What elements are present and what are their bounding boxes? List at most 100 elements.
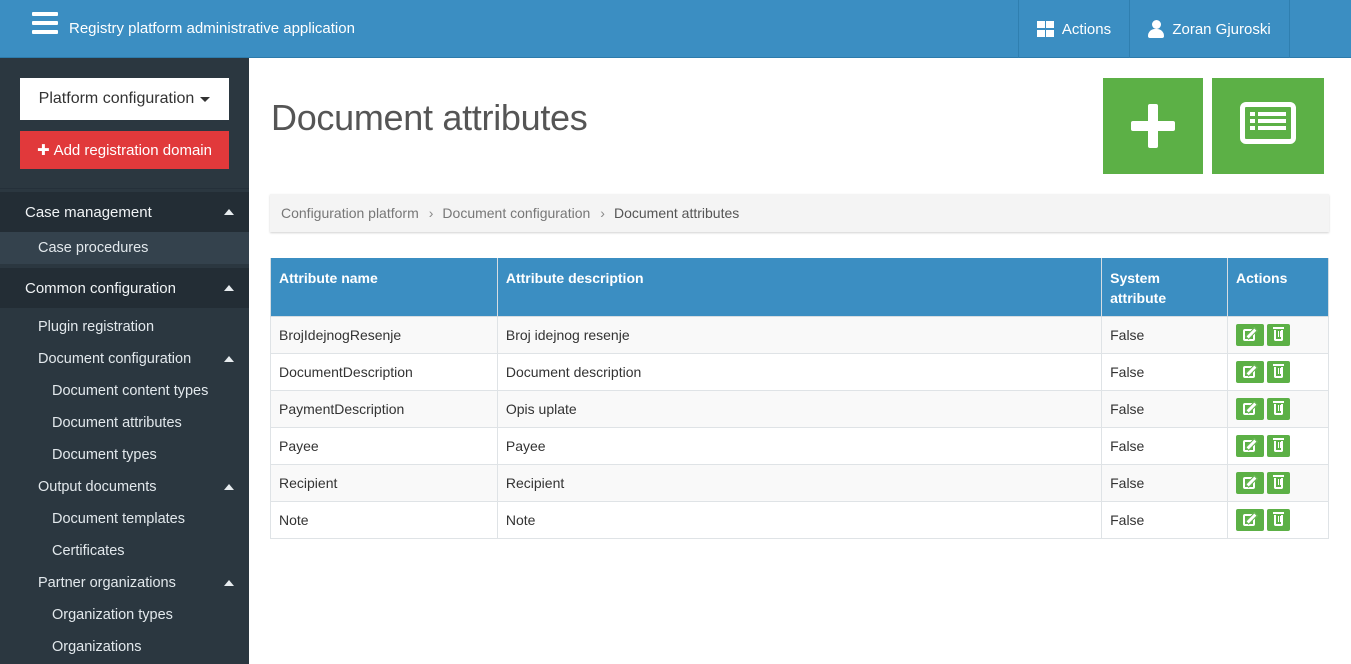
sidebar-item-label: Organization types (52, 607, 173, 623)
edit-icon (1243, 366, 1256, 378)
sidebar-item-document-content-types[interactable]: Document content types (0, 375, 249, 407)
app-title: Registry platform administrative applica… (69, 20, 355, 37)
sidebar-item-certificates[interactable]: Certificates (0, 535, 249, 567)
breadcrumb-link-configuration-platform[interactable]: Configuration platform (281, 205, 419, 221)
breadcrumb-separator-icon: › (428, 205, 434, 221)
sidebar-item-label: Case procedures (38, 240, 149, 256)
edit-button[interactable] (1236, 509, 1265, 531)
edit-button[interactable] (1236, 398, 1265, 420)
sidebar-item-label: Document types (52, 447, 157, 463)
top-bar: Registry platform administrative applica… (0, 0, 1351, 58)
edit-button[interactable] (1236, 361, 1265, 383)
edit-icon (1243, 403, 1256, 415)
cell-attribute-description: Recipient (496, 464, 1103, 502)
sidebar-item-label: Plugin registration (38, 319, 155, 335)
cell-attribute-name: BrojIdejnogResenje (270, 316, 498, 354)
edit-button[interactable] (1236, 324, 1265, 346)
cell-actions (1227, 464, 1329, 502)
table-row: DocumentDescription Document description… (270, 353, 1329, 391)
attributes-table: Attribute name Attribute description Sys… (270, 258, 1329, 539)
actions-menu-button[interactable]: Actions (1018, 0, 1130, 58)
sidebar-item-label: Partner organizations (38, 575, 176, 591)
sidebar-item-plugin-registration[interactable]: Plugin registration (0, 311, 249, 343)
platform-select[interactable]: Platform configuration (20, 78, 229, 120)
sidebar-item-organization-types[interactable]: Organization types (0, 599, 249, 631)
sidebar-item-document-configuration[interactable]: Document configuration (0, 343, 249, 375)
actions-label: Actions (1061, 20, 1112, 38)
column-header-actions: Actions (1227, 258, 1329, 317)
sidebar-item-common-configuration[interactable]: Common configuration (0, 268, 249, 308)
sidebar-item-case-procedures[interactable]: Case procedures (0, 232, 249, 264)
cell-attribute-description: Opis uplate (496, 390, 1103, 428)
sidebar-item-document-templates[interactable]: Document templates (0, 503, 249, 535)
delete-button[interactable] (1267, 435, 1291, 457)
delete-button[interactable] (1267, 398, 1291, 420)
sidebar-item-partner-organizations[interactable]: Partner organizations (0, 567, 249, 599)
platform-select-label: Platform configuration (38, 90, 195, 107)
delete-button[interactable] (1267, 509, 1291, 531)
cell-actions (1227, 501, 1329, 539)
user-menu-button[interactable]: Zoran Gjuroski (1130, 0, 1290, 58)
sidebar-item-document-attributes[interactable]: Document attributes (0, 407, 249, 439)
sidebar-item-label: Organizations (52, 639, 142, 655)
column-header-attribute-name[interactable]: Attribute name (270, 258, 498, 317)
delete-button[interactable] (1267, 324, 1291, 346)
cell-attribute-description: Document description (496, 353, 1103, 391)
user-name: Zoran Gjuroski (1172, 20, 1271, 38)
trash-icon (1273, 475, 1285, 489)
breadcrumb-separator-icon: › (600, 205, 605, 221)
sidebar-item-case-management[interactable]: Case management (0, 192, 249, 232)
edit-icon (1243, 329, 1256, 341)
delete-button[interactable] (1267, 361, 1291, 383)
cell-attribute-description: Note (496, 501, 1103, 539)
sidebar-item-label: Document content types (52, 383, 209, 399)
sidebar-item-label: Case management (25, 203, 152, 221)
table-row: Payee Payee False (270, 427, 1329, 465)
column-header-system-attribute[interactable]: System attribute (1101, 258, 1229, 317)
sidebar-item-organizations[interactable]: Organizations (0, 631, 249, 663)
caret-up-icon (224, 285, 234, 291)
sidebar-item-label: Output documents (38, 479, 157, 495)
cell-attribute-name: DocumentDescription (270, 353, 498, 391)
list-view-button[interactable] (1212, 78, 1324, 174)
delete-button[interactable] (1267, 472, 1291, 494)
breadcrumb-current: Document attributes (613, 205, 740, 221)
table-row: PaymentDescription Opis uplate False (270, 390, 1329, 428)
caret-up-icon (224, 580, 234, 586)
sidebar-item-document-types[interactable]: Document types (0, 439, 249, 471)
table-row: BrojIdejnogResenje Broj idejnog resenje … (270, 316, 1329, 354)
add-registration-domain-button[interactable]: ✚ Add registration domain (20, 131, 229, 169)
cell-actions (1227, 316, 1329, 354)
edit-icon (1243, 477, 1256, 489)
user-icon (1148, 20, 1165, 38)
trash-icon (1273, 364, 1285, 378)
sidebar-item-output-documents[interactable]: Output documents (0, 471, 249, 503)
cell-actions (1227, 390, 1329, 428)
list-icon (1240, 102, 1296, 144)
cell-attribute-name: Payee (270, 427, 498, 465)
cell-system-attribute: False (1101, 464, 1229, 502)
cell-system-attribute: False (1101, 390, 1229, 428)
breadcrumb-link-document-configuration[interactable]: Document configuration (442, 205, 590, 221)
cell-attribute-name: PaymentDescription (270, 390, 498, 428)
add-attribute-button[interactable] (1103, 78, 1203, 174)
caret-up-icon (224, 484, 234, 490)
sidebar: Platform configuration ✚ Add registratio… (0, 58, 249, 664)
trash-icon (1273, 327, 1285, 341)
column-header-attribute-description[interactable]: Attribute description (496, 258, 1103, 317)
caret-up-icon (224, 356, 234, 362)
table-row: Note Note False (270, 501, 1329, 539)
trash-icon (1273, 401, 1285, 415)
cell-system-attribute: False (1101, 501, 1229, 539)
table-row: Recipient Recipient False (270, 464, 1329, 502)
menu-icon[interactable] (32, 12, 58, 34)
cell-attribute-name: Note (270, 501, 498, 539)
edit-button[interactable] (1236, 472, 1265, 494)
plus-icon: ✚ (36, 142, 50, 159)
cell-attribute-description: Payee (496, 427, 1103, 465)
cell-actions (1227, 353, 1329, 391)
cell-system-attribute: False (1101, 353, 1229, 391)
cell-system-attribute: False (1101, 427, 1229, 465)
edit-button[interactable] (1236, 435, 1265, 457)
sidebar-item-label: Certificates (52, 543, 125, 559)
